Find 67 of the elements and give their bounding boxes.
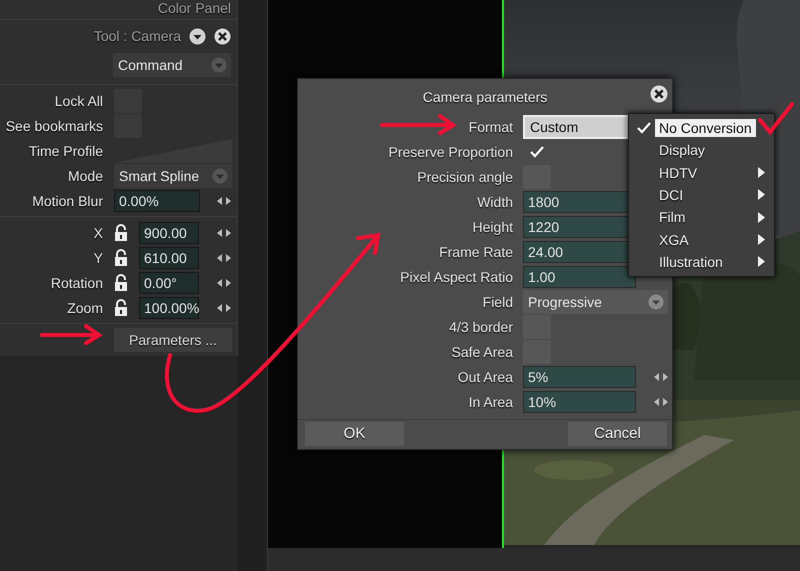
padlock-icon[interactable] <box>114 248 128 266</box>
field-label: Format <box>468 118 513 134</box>
field-label: 4/3 border <box>449 318 513 334</box>
number-field[interactable]: 0.00° <box>139 272 199 294</box>
field-label: In Area <box>468 394 513 410</box>
menu-item[interactable]: HDTV <box>655 164 702 182</box>
caret-icon <box>212 168 228 184</box>
field-label: Field <box>482 294 513 310</box>
close-icon[interactable] <box>650 85 668 103</box>
stepper-arrows-icon[interactable] <box>654 398 668 406</box>
option-label: See bookmarks <box>6 118 103 134</box>
menu-item[interactable]: DCI <box>655 186 688 204</box>
caret-icon <box>648 294 664 310</box>
dialog-button[interactable]: Cancel <box>568 422 667 446</box>
field-label: Frame Rate <box>439 244 513 260</box>
field-label: Safe Area <box>452 344 513 360</box>
number-field[interactable]: 610.00 <box>139 246 199 268</box>
dialog-button[interactable]: OK <box>305 422 404 446</box>
close-icon[interactable] <box>214 28 231 44</box>
caret-icon <box>211 57 227 73</box>
format-dropdown[interactable]: Custom <box>523 114 628 138</box>
checkmark-icon <box>530 146 544 158</box>
collapse-icon[interactable] <box>189 28 206 44</box>
number-field[interactable]: 1.00 <box>523 266 636 288</box>
stepper-arrows-icon[interactable] <box>217 304 231 312</box>
annotation-check-icon <box>758 102 794 136</box>
menu-item[interactable]: Illustration <box>655 252 727 271</box>
option-label: Motion Blur <box>32 192 103 208</box>
menu-item[interactable]: XGA <box>655 230 693 249</box>
number-field[interactable]: 100.00% <box>139 296 199 318</box>
field-label: Preserve Proportion <box>388 144 513 160</box>
parameters-button[interactable]: Parameters ... <box>114 328 232 352</box>
number-field[interactable]: 900.00 <box>139 222 199 244</box>
option-label: Rotation <box>50 274 103 290</box>
number-field[interactable]: 5% <box>523 366 636 388</box>
stepper-arrows-icon[interactable] <box>217 278 231 286</box>
option-label: Lock All <box>54 92 103 108</box>
menu-item[interactable]: Display <box>655 141 709 160</box>
field-label: Pixel Aspect Ratio <box>400 268 513 284</box>
dialog-title: Camera parameters <box>422 88 548 104</box>
command-dropdown[interactable]: Command <box>113 53 231 77</box>
mode-dropdown[interactable]: Smart Spline <box>114 164 232 188</box>
motion-blur-field[interactable]: 0.00% <box>114 190 200 212</box>
stepper-arrows-icon[interactable] <box>217 228 231 236</box>
padlock-icon[interactable] <box>114 298 128 316</box>
option-label: Y <box>94 250 103 266</box>
padlock-icon[interactable] <box>114 224 128 242</box>
option-label: Mode <box>68 168 103 184</box>
checkmark-icon <box>637 122 651 134</box>
field-label: Precision angle <box>417 168 513 184</box>
number-field[interactable]: 10% <box>523 390 636 412</box>
menu-item[interactable]: Film <box>655 208 690 226</box>
menu-item[interactable]: No Conversion <box>655 119 756 138</box>
field-label: Out Area <box>458 368 513 384</box>
stepper-arrows-icon[interactable] <box>217 196 231 204</box>
field-dropdown[interactable]: Progressive <box>523 290 668 314</box>
stepper-arrows-icon[interactable] <box>217 254 231 262</box>
stepper-arrows-icon[interactable] <box>654 372 668 380</box>
panel-title: Color Panel <box>158 0 231 16</box>
padlock-icon[interactable] <box>114 274 128 292</box>
option-label: X <box>94 224 103 240</box>
annotation-arrow <box>40 324 103 345</box>
field-label: Width <box>477 194 513 210</box>
field-label: Height <box>472 218 513 234</box>
option-label: Zoom <box>67 300 103 316</box>
panel-title: Tool : Camera <box>94 28 181 44</box>
option-label: Time Profile <box>28 142 103 158</box>
